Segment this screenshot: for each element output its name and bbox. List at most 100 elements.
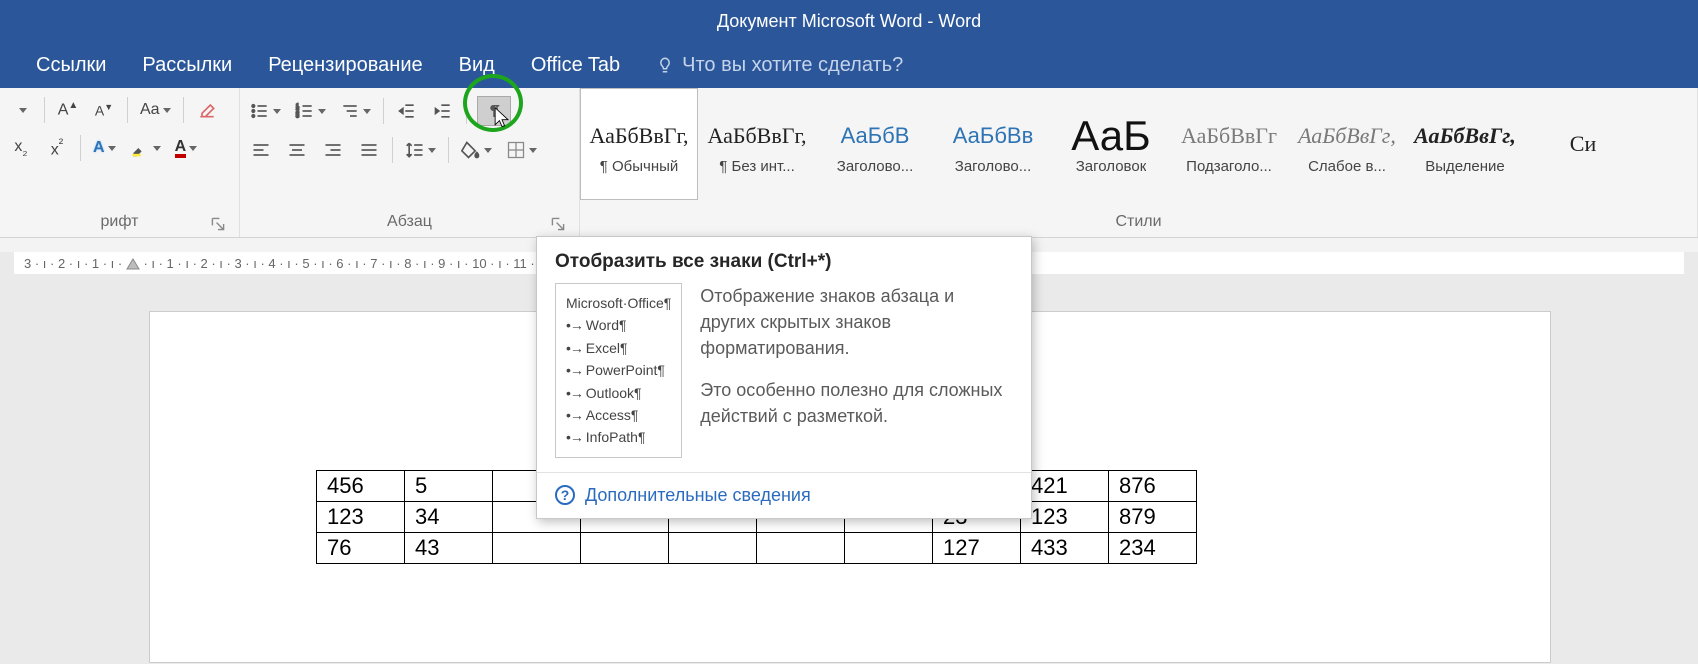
style-name: ¶ Без инт... [719, 158, 795, 175]
table-cell[interactable]: 127 [933, 533, 1021, 564]
align-right-button[interactable] [320, 136, 346, 164]
title-bar: Документ Microsoft Word - Word [0, 0, 1698, 42]
table-cell[interactable]: 421 [1021, 471, 1109, 502]
table-cell[interactable] [493, 533, 581, 564]
tooltip-more-info[interactable]: ? Дополнительные сведения [537, 472, 1031, 518]
highlight-button[interactable] [128, 134, 163, 162]
separator [466, 98, 467, 124]
style-preview: АаБбВв [953, 114, 1034, 158]
multilevel-list-button[interactable] [338, 97, 373, 125]
show-hide-marks-button[interactable] [477, 96, 511, 126]
tooltip-more-label: Дополнительные сведения [585, 485, 811, 506]
justify-icon [359, 140, 379, 160]
highlight-icon [130, 138, 150, 158]
table-cell[interactable]: 123 [317, 502, 405, 533]
superscript-button[interactable]: x² [44, 134, 70, 162]
tooltip-title: Отобразить все знаки (Ctrl+*) [537, 237, 1031, 283]
shrink-font-button[interactable]: A▼ [91, 96, 117, 124]
help-icon: ? [555, 485, 575, 505]
table-cell[interactable] [581, 533, 669, 564]
group-styles: АаБбВвГг,¶ ОбычныйАаБбВвГг,¶ Без инт...А… [580, 88, 1698, 237]
borders-button[interactable] [504, 136, 539, 164]
style-item[interactable]: АаБЗаголовок [1052, 88, 1170, 200]
justify-button[interactable] [356, 136, 382, 164]
tab-office-tab[interactable]: Office Tab [531, 54, 620, 77]
style-name: ¶ Обычный [600, 158, 679, 175]
table-cell[interactable] [845, 533, 933, 564]
tooltip-preview-item: InfoPath¶ [566, 426, 671, 448]
table-row[interactable]: 7643 127433234 [317, 533, 1197, 564]
style-name: Заголово... [955, 158, 1031, 175]
style-item[interactable]: АаБбВвЗаголово... [934, 88, 1052, 200]
style-item[interactable]: АаБбВЗаголово... [816, 88, 934, 200]
decrease-indent-button[interactable] [394, 97, 420, 125]
multilevel-list-icon [340, 101, 360, 121]
change-case-button[interactable]: Aa [138, 96, 173, 124]
tab-mailings[interactable]: Рассылки [142, 54, 232, 77]
outdent-icon [397, 101, 417, 121]
subscript-button[interactable]: x₂ [8, 134, 34, 162]
dialog-launcher-icon[interactable] [211, 217, 225, 231]
style-preview: АаБбВвГг, [589, 114, 688, 158]
grow-font-button[interactable]: A▲ [55, 96, 81, 124]
style-item[interactable]: Си [1524, 88, 1642, 200]
tooltip-preview-item: Word¶ [566, 314, 671, 336]
separator [392, 137, 393, 163]
align-center-button[interactable] [284, 136, 310, 164]
indent-marker-icon[interactable] [126, 256, 140, 270]
indent-icon [433, 101, 453, 121]
style-item[interactable]: АаБбВвГг,¶ Без инт... [698, 88, 816, 200]
table-cell[interactable]: 123 [1021, 502, 1109, 533]
tooltip-preview-item: Excel¶ [566, 337, 671, 359]
style-item[interactable]: АаБбВвГг,Выделение [1406, 88, 1524, 200]
table-cell[interactable]: 876 [1109, 471, 1197, 502]
style-item[interactable]: АаБбВвГг,¶ Обычный [580, 88, 698, 200]
align-left-button[interactable] [248, 136, 274, 164]
style-name: Подзаголо... [1186, 158, 1272, 175]
style-preview: АаБ [1071, 114, 1150, 158]
tab-review[interactable]: Рецензирование [268, 54, 422, 77]
table-cell[interactable]: 456 [317, 471, 405, 502]
font-color-button[interactable]: A [173, 134, 200, 162]
ribbon-tabs: Ссылки Рассылки Рецензирование Вид Offic… [0, 42, 1698, 88]
tooltip-preview: Microsoft·Office¶ Word¶Excel¶PowerPoint¶… [555, 283, 682, 458]
numbering-button[interactable]: 123 [293, 97, 328, 125]
paint-bucket-icon [461, 140, 481, 160]
shading-button[interactable] [459, 136, 494, 164]
table-cell[interactable]: 43 [405, 533, 493, 564]
text-effects-button[interactable]: A [91, 134, 118, 162]
bullet-list-icon [250, 101, 270, 121]
tell-me-search[interactable]: Что вы хотите сделать? [656, 54, 903, 77]
clear-formatting-button[interactable] [194, 96, 220, 124]
style-name: Выделение [1425, 158, 1504, 175]
tooltip-show-all-marks: Отобразить все знаки (Ctrl+*) Microsoft·… [536, 236, 1032, 519]
tooltip-description: Отображение знаков абзаца и других скрыт… [700, 283, 1013, 458]
table-cell[interactable]: 234 [1109, 533, 1197, 564]
table-cell[interactable]: 76 [317, 533, 405, 564]
style-item[interactable]: АаБбВвГгПодзаголо... [1170, 88, 1288, 200]
styles-gallery[interactable]: АаБбВвГг,¶ ОбычныйАаБбВвГг,¶ Без инт...А… [580, 88, 1697, 200]
table-cell[interactable]: 433 [1021, 533, 1109, 564]
separator [127, 97, 128, 123]
tab-view[interactable]: Вид [459, 54, 495, 77]
window-title: Документ Microsoft Word - Word [717, 11, 981, 32]
lightbulb-icon [656, 56, 674, 74]
table-cell[interactable] [757, 533, 845, 564]
separator [448, 137, 449, 163]
bullets-button[interactable] [248, 97, 283, 125]
separator [383, 98, 384, 124]
align-center-icon [287, 140, 307, 160]
dialog-launcher-icon[interactable] [551, 217, 565, 231]
tab-references[interactable]: Ссылки [36, 54, 106, 77]
table-cell[interactable]: 34 [405, 502, 493, 533]
style-item[interactable]: АаБбВвГг,Слабое в... [1288, 88, 1406, 200]
line-spacing-button[interactable] [403, 136, 438, 164]
table-cell[interactable]: 5 [405, 471, 493, 502]
table-cell[interactable] [669, 533, 757, 564]
font-picker[interactable] [8, 96, 34, 124]
table-cell[interactable]: 879 [1109, 502, 1197, 533]
increase-indent-button[interactable] [430, 97, 456, 125]
number-list-icon: 123 [295, 101, 315, 121]
separator [80, 135, 81, 161]
separator [183, 97, 184, 123]
